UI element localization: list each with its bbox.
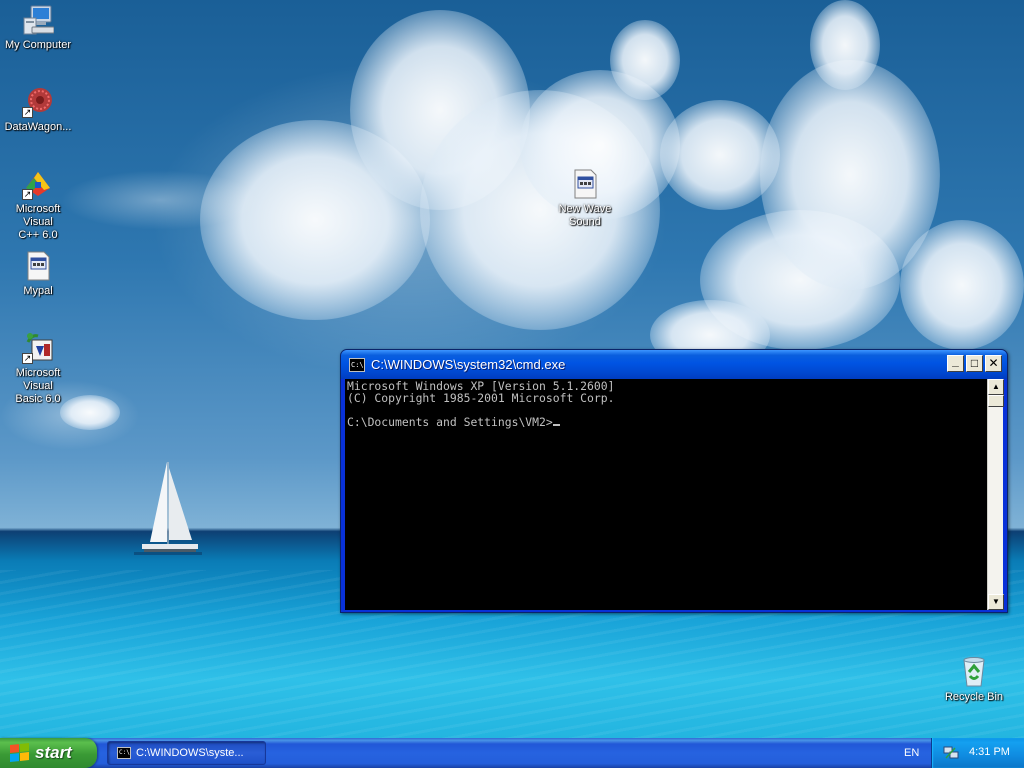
cloud-haze: [60, 170, 260, 230]
mypal-icon: [22, 250, 54, 282]
datawagon-icon: ↗: [22, 86, 54, 118]
cloud: [610, 20, 680, 100]
visual-basic-icon: ↗: [22, 332, 54, 364]
desktop-icon-label: Microsoft Visual Basic 6.0: [15, 367, 61, 405]
cmd-window[interactable]: C:\ C:\WINDOWS\system32\cmd.exe _ □ ✕ Mi…: [340, 349, 1008, 613]
desktop-icon-my-computer[interactable]: My Computer: [0, 4, 76, 52]
taskbar-button-label: C:\WINDOWS\syste...: [136, 747, 244, 759]
console-line: (C) Copyright 1985-2001 Microsoft Corp.: [347, 391, 615, 405]
window-title: C:\WINDOWS\system32\cmd.exe: [371, 357, 566, 372]
vertical-scrollbar[interactable]: ▲ ▼: [987, 379, 1004, 610]
desktop-icon-label: Recycle Bin: [944, 691, 1004, 703]
cmd-task-icon: C:\: [117, 747, 131, 759]
my-computer-icon: [22, 4, 55, 36]
desktop-icon-visual-basic[interactable]: ↗ Microsoft Visual Basic 6.0: [0, 332, 76, 406]
desktop-icon-mypal[interactable]: Mypal: [0, 250, 76, 298]
clock[interactable]: 4:31 PM: [969, 746, 1010, 758]
desktop-icon-label: My Computer: [4, 39, 72, 51]
desktop-icon-label: New Wave Sound: [558, 203, 612, 228]
desktop-icon-visual-cpp[interactable]: ↗ Microsoft Visual C++ 6.0: [0, 168, 76, 242]
recycle-bin-icon: [958, 656, 990, 688]
minimize-button[interactable]: _: [947, 355, 964, 372]
maximize-button[interactable]: □: [966, 355, 983, 372]
taskbar: start C:\ C:\WINDOWS\syste...: [0, 738, 1024, 768]
wave-sound-file-icon: [569, 168, 601, 200]
start-label: start: [35, 743, 72, 762]
system-tray: 4:31 PM: [931, 738, 1024, 768]
text-cursor: [552, 424, 560, 426]
desktop-icon-recycle-bin[interactable]: Recycle Bin: [936, 656, 1012, 704]
desktop-icon-label: Mypal: [23, 285, 53, 297]
scroll-thumb[interactable]: [988, 395, 1004, 407]
desktop-icon-label: Microsoft Visual C++ 6.0: [15, 203, 61, 241]
start-button[interactable]: start: [0, 738, 97, 768]
shortcut-arrow-icon: ↗: [22, 353, 33, 364]
desktop-icon-datawagon[interactable]: ↗ DataWagon...: [0, 86, 76, 134]
scroll-up-button[interactable]: ▲: [988, 379, 1004, 395]
network-icon[interactable]: [943, 746, 959, 760]
windows-logo-icon: [10, 743, 30, 763]
close-button[interactable]: ✕: [985, 355, 1002, 372]
cmd-titlebar[interactable]: C:\ C:\WINDOWS\system32\cmd.exe _ □ ✕: [341, 350, 1007, 379]
console-prompt-line: C:\Documents and Settings\VM2>: [347, 416, 987, 428]
console-output[interactable]: Microsoft Windows XP [Version 5.1.2600](…: [347, 380, 987, 428]
desktop-icon-label: DataWagon...: [4, 121, 72, 133]
visual-cpp-icon: ↗: [22, 168, 54, 200]
cloud: [900, 220, 1024, 350]
caption-buttons: _ □ ✕: [947, 355, 1002, 372]
sailboat: [134, 462, 202, 555]
shortcut-arrow-icon: ↗: [22, 107, 33, 118]
shortcut-arrow-icon: ↗: [22, 189, 33, 200]
desktop-icon-new-wave-sound[interactable]: New Wave Sound: [547, 168, 623, 229]
scroll-down-button[interactable]: ▼: [988, 594, 1004, 610]
console-area[interactable]: Microsoft Windows XP [Version 5.1.2600](…: [345, 379, 1004, 610]
console-prompt: C:\Documents and Settings\VM2>: [347, 415, 553, 429]
language-indicator[interactable]: EN: [904, 747, 919, 759]
cloud: [810, 0, 880, 90]
cmd-window-icon[interactable]: C:\: [349, 357, 365, 372]
taskbar-button-cmd[interactable]: C:\ C:\WINDOWS\syste...: [107, 741, 266, 765]
